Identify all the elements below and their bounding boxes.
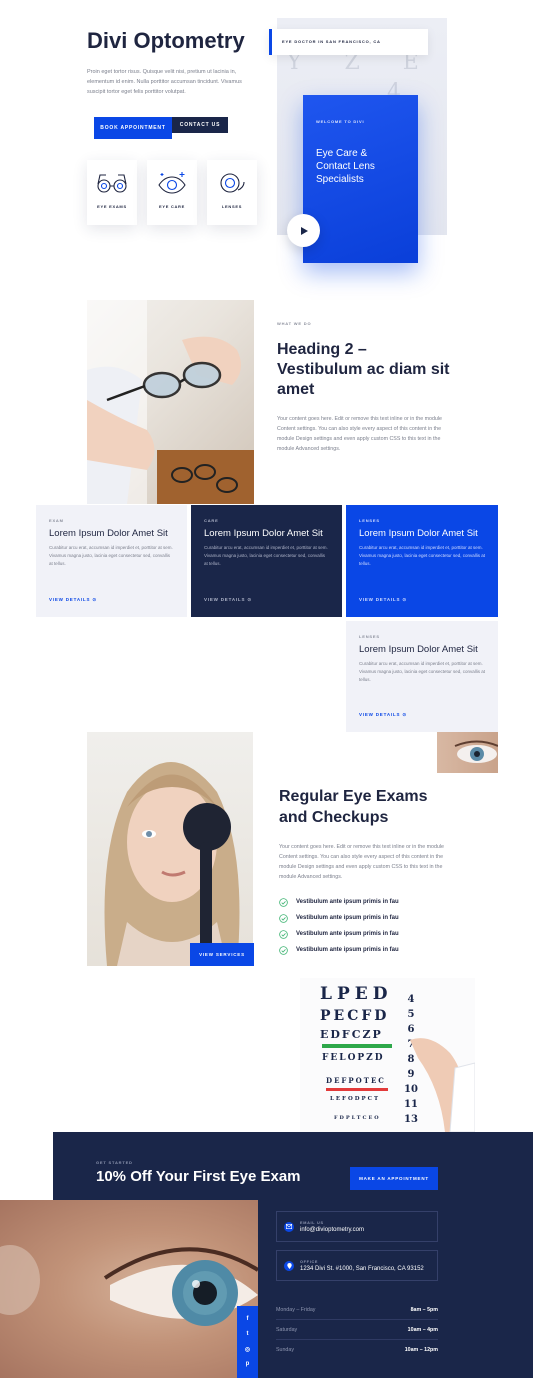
list-item: Vestibulum ante ipsum primis in fau: [279, 942, 399, 958]
hours-day: Saturday: [276, 1326, 298, 1333]
service-label: EYE EXAMS: [97, 204, 127, 209]
facebook-icon[interactable]: f: [247, 1316, 249, 1331]
list-item-text: Vestibulum ante ipsum primis in fau: [296, 915, 399, 921]
feature-card-lenses-2: LENSES Lorem Ipsum Dolor Amet Sit Curabi…: [346, 621, 498, 732]
office-label: OFFICE: [300, 1259, 319, 1264]
check-circle-icon: [279, 929, 288, 939]
card-kicker: EXAM: [49, 518, 64, 523]
eye-exam-photo: [87, 732, 253, 966]
book-appointment-button[interactable]: BOOK APPOINTMENT: [94, 117, 172, 139]
list-item-text: Vestibulum ante ipsum primis in fau: [296, 931, 399, 937]
card-kicker: CARE: [204, 518, 219, 523]
hours-row: Sunday 10am – 12pm: [276, 1340, 438, 1360]
service-label: EYE CARE: [158, 204, 186, 209]
card-body: Curabitur arcu erat, accumsan id imperdi…: [49, 545, 173, 566]
contact-lens-icon: [220, 173, 245, 193]
glasses-photo: [87, 300, 254, 504]
contact-us-button[interactable]: CONTACT US: [172, 117, 228, 133]
twitter-icon[interactable]: t: [247, 1331, 249, 1346]
welcome-kicker: WELCOME TO DIVI: [316, 119, 365, 124]
service-lenses[interactable]: LENSES: [207, 160, 257, 225]
link-label: VIEW DETAILS: [49, 597, 91, 602]
card-title: Lorem Ipsum Dolor Amet Sit: [359, 528, 478, 539]
social-links: f t ◎ p: [237, 1306, 258, 1378]
location-pin-icon: [284, 1260, 294, 1271]
card-title: Lorem Ipsum Dolor Amet Sit: [49, 528, 168, 539]
hours-day: Monday – Friday: [276, 1306, 316, 1313]
eyeglasses-icon: [97, 174, 127, 193]
link-label: VIEW DETAILS: [359, 712, 401, 717]
hours-time: 10am – 4pm: [407, 1326, 438, 1333]
exams-heading: Regular Eye Exams and Checkups: [279, 788, 428, 826]
hours-row: Saturday 10am – 4pm: [276, 1320, 438, 1340]
hero-description: Proin eget tortor risus. Quisque velit n…: [87, 69, 242, 95]
view-details-link[interactable]: VIEW DETAILS ⊙: [359, 597, 407, 603]
eye-closeup-photo: [0, 1200, 258, 1378]
email-box[interactable]: EMAIL US info@divioptometry.com: [276, 1211, 438, 1242]
view-details-link[interactable]: VIEW DETAILS ⊙: [49, 597, 97, 603]
envelope-icon: [284, 1221, 294, 1232]
instagram-icon[interactable]: ◎: [245, 1346, 250, 1361]
hours-time: 10am – 12pm: [404, 1347, 438, 1353]
service-eye-exams[interactable]: EYE EXAMS: [87, 160, 137, 225]
exams-body: Your content goes here. Edit or remove t…: [279, 844, 444, 880]
location-label: EYE DOCTOR IN SAN FRANCISCO, CA: [269, 29, 428, 55]
cta-kicker: GET STARTED: [96, 1160, 133, 1165]
arrow-circle-icon: ⊙: [92, 597, 97, 602]
arrow-circle-icon: ⊙: [402, 712, 407, 717]
section-kicker: WHAT WE DO: [277, 321, 312, 326]
email-label: EMAIL US: [300, 1220, 324, 1225]
card-body: Curabitur arcu erat, accumsan id imperdi…: [359, 661, 485, 682]
welcome-card: WELCOME TO DIVI Eye Care & Contact Lens …: [303, 95, 418, 263]
view-details-link[interactable]: VIEW DETAILS ⊙: [359, 712, 407, 718]
list-item-text: Vestibulum ante ipsum primis in fau: [296, 947, 399, 953]
office-box: OFFICE 1234 Divi St. #1000, San Francisc…: [276, 1250, 438, 1281]
make-appointment-button[interactable]: MAKE AN APPOINTMENT: [350, 1167, 438, 1190]
view-services-button[interactable]: VIEW SERVICES: [190, 943, 254, 966]
list-item: Vestibulum ante ipsum primis in fau: [279, 926, 399, 942]
email-value: info@divioptometry.com: [300, 1226, 365, 1233]
list-item: Vestibulum ante ipsum primis in fau: [279, 894, 399, 910]
check-circle-icon: [279, 897, 288, 907]
service-eye-care[interactable]: EYE CARE: [147, 160, 197, 225]
eye-closeup-thumb: [437, 732, 498, 773]
eye-sparkle-icon: [158, 172, 186, 194]
list-item: Vestibulum ante ipsum primis in fau: [279, 910, 399, 926]
link-label: VIEW DETAILS: [204, 597, 246, 602]
service-label: LENSES: [221, 204, 243, 209]
check-circle-icon: [279, 945, 288, 955]
cta-heading: 10% Off Your First Eye Exam: [96, 1168, 301, 1185]
hours-row: Monday – Friday 8am – 5pm: [276, 1300, 438, 1320]
card-body: Curabitur arcu erat, accumsan id imperdi…: [359, 545, 485, 566]
view-details-link[interactable]: VIEW DETAILS ⊙: [204, 597, 252, 603]
welcome-title: Eye Care & Contact Lens Specialists: [316, 148, 375, 185]
feature-card-exam: EXAM Lorem Ipsum Dolor Amet Sit Curabitu…: [36, 505, 187, 617]
feature-card-care: CARE Lorem Ipsum Dolor Amet Sit Curabitu…: [191, 505, 342, 617]
card-kicker: LENSES: [359, 518, 380, 523]
section-body: Your content goes here. Edit or remove t…: [277, 416, 442, 452]
card-title: Lorem Ipsum Dolor Amet Sit: [204, 528, 323, 539]
pinterest-icon[interactable]: p: [246, 1361, 250, 1376]
play-video-button[interactable]: [287, 214, 320, 247]
list-item-text: Vestibulum ante ipsum primis in fau: [296, 899, 399, 905]
card-body: Curabitur arcu erat, accumsan id imperdi…: [204, 545, 328, 566]
section-heading: Heading 2 – Vestibulum ac diam sit amet: [277, 341, 450, 398]
play-icon: [300, 226, 308, 235]
card-title: Lorem Ipsum Dolor Amet Sit: [359, 644, 478, 655]
link-label: VIEW DETAILS: [359, 597, 401, 602]
eye-chart-photo: LPED PECFD EDFCZP FELOPZD DEFPOTEC LEFOD…: [300, 978, 475, 1132]
arrow-circle-icon: ⊙: [402, 597, 407, 602]
check-circle-icon: [279, 913, 288, 923]
arrow-circle-icon: ⊙: [247, 597, 252, 602]
hours-day: Sunday: [276, 1347, 294, 1353]
feature-card-lenses: LENSES Lorem Ipsum Dolor Amet Sit Curabi…: [346, 505, 498, 617]
hours-time: 8am – 5pm: [410, 1306, 438, 1313]
site-title: Divi Optometry: [87, 28, 245, 53]
office-address: 1234 Divi St. #1000, San Francisco, CA 9…: [300, 1265, 424, 1272]
card-kicker: LENSES: [359, 634, 380, 639]
checklist: Vestibulum ante ipsum primis in fau Vest…: [279, 894, 399, 958]
